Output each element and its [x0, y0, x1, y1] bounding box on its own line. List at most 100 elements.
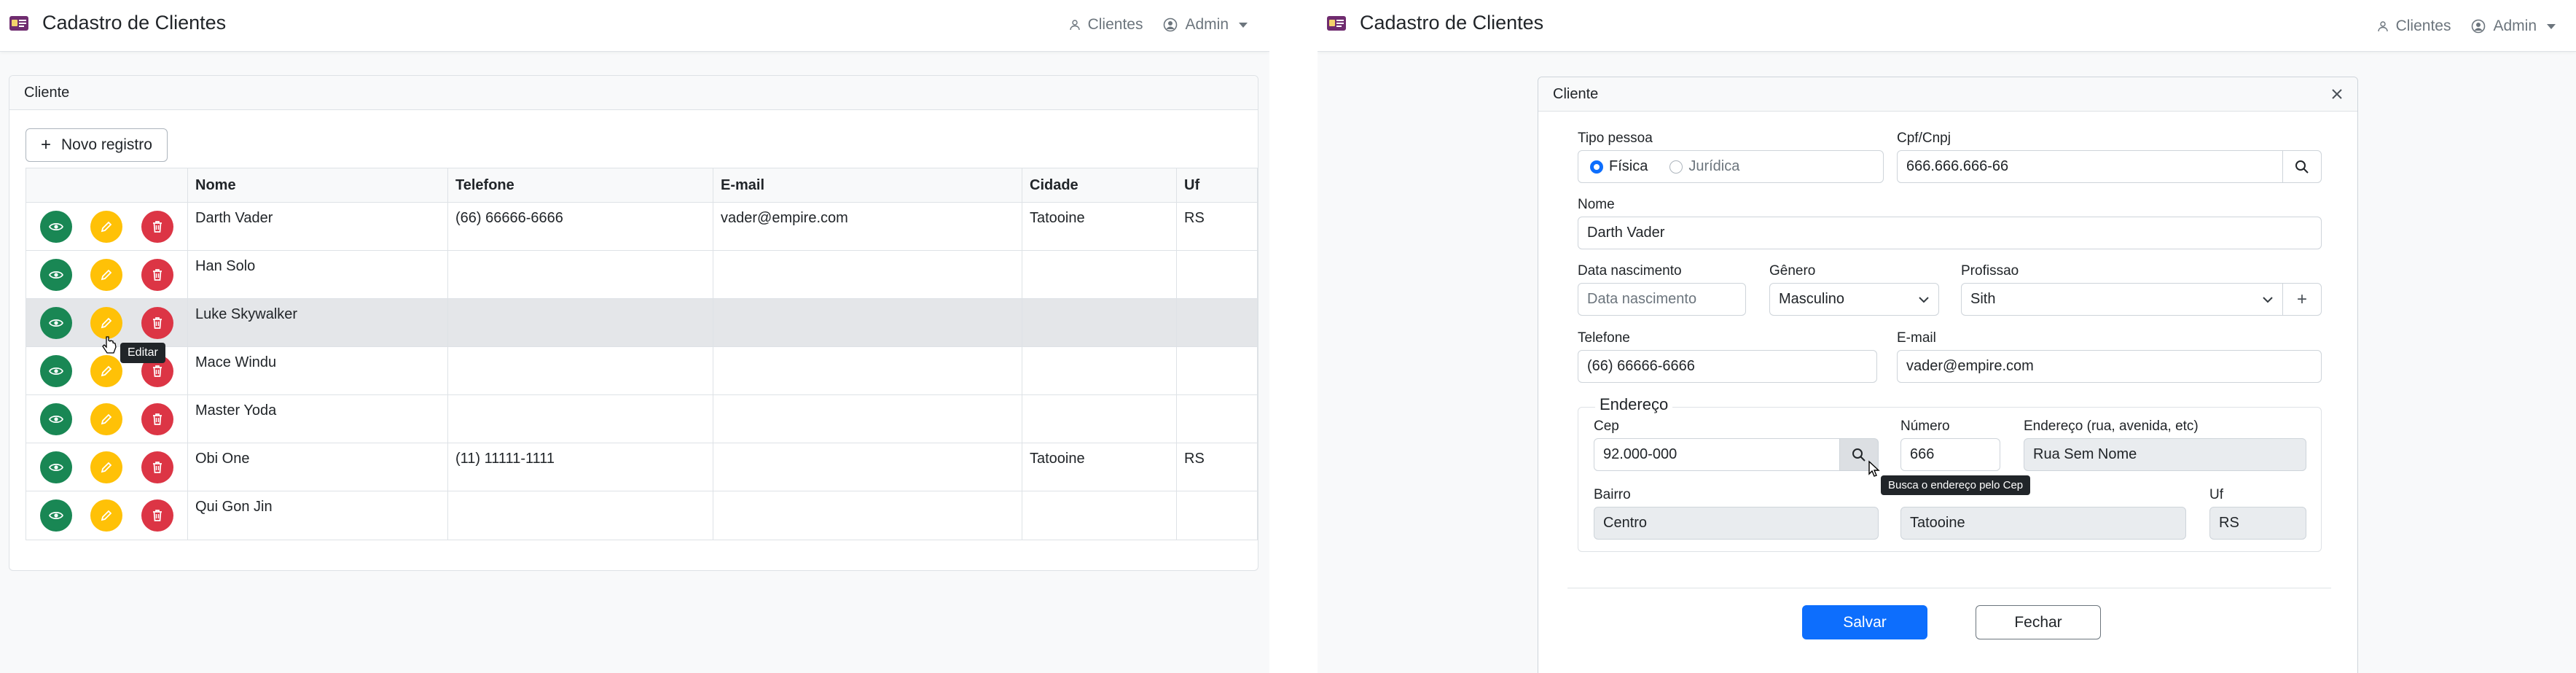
nav-right: Clientes Admin	[1069, 16, 1248, 34]
view-button[interactable]	[39, 451, 72, 483]
cell-cidade	[1022, 395, 1177, 443]
nav-admin-label: Admin	[1185, 16, 1229, 33]
nav-admin-dropdown[interactable]: Admin	[2471, 17, 2556, 35]
bairro-input[interactable]: Centro	[1594, 507, 1879, 540]
view-button[interactable]	[39, 499, 72, 532]
table-row[interactable]: Mace Windu	[26, 347, 1257, 395]
table-row[interactable]: Obi One (11) 11111-1111 Tatooine RS	[26, 443, 1257, 491]
rua-input[interactable]: Rua Sem Nome	[2024, 438, 2306, 471]
cell-cidade	[1022, 491, 1177, 540]
cell-nome: Darth Vader	[188, 203, 448, 250]
add-profissao-button[interactable]: +	[2282, 283, 2322, 316]
view-button[interactable]	[39, 306, 72, 339]
profissao-label: Profissao	[1961, 263, 2019, 279]
tipo-pessoa-radio-group: Física Jurídica	[1578, 150, 1884, 183]
person-icon	[2377, 21, 2388, 32]
brand[interactable]: Cadastro de Clientes	[1326, 12, 1543, 34]
genero-selected-value: Masculino	[1779, 291, 1845, 307]
edit-button[interactable]	[90, 306, 123, 339]
numero-input[interactable]: 666	[1900, 438, 2000, 471]
close-icon[interactable]	[2331, 88, 2343, 100]
nome-input[interactable]: Darth Vader	[1578, 217, 2322, 249]
id-card-icon	[9, 15, 28, 31]
chevron-down-icon	[1919, 296, 1929, 303]
view-button[interactable]	[39, 210, 72, 243]
edit-button[interactable]	[90, 499, 123, 532]
column-header-uf[interactable]: Uf	[1177, 168, 1257, 202]
uf-input[interactable]: RS	[2209, 507, 2306, 540]
radio-juridica[interactable]: Jurídica	[1669, 158, 1739, 175]
edit-button[interactable]	[90, 210, 123, 243]
row-actions	[26, 395, 188, 443]
nav-admin-dropdown[interactable]: Admin	[1163, 16, 1248, 34]
cell-email: vader@empire.com	[713, 203, 1022, 250]
table-row[interactable]: Qui Gon Jin	[26, 491, 1257, 540]
column-header-email[interactable]: E-mail	[713, 168, 1022, 202]
cell-cidade: Tatooine	[1022, 203, 1177, 250]
cell-nome: Mace Windu	[188, 347, 448, 394]
cidade-input[interactable]: Tatooine	[1900, 507, 2186, 540]
view-button[interactable]	[39, 354, 72, 387]
chevron-down-icon	[2263, 296, 2273, 303]
pane-gap	[1269, 0, 1318, 673]
table-row[interactable]: Han Solo	[26, 251, 1257, 299]
eye-icon	[48, 319, 63, 327]
cell-uf: RS	[1184, 451, 1205, 467]
cpf-input[interactable]: 666.666.666-66	[1897, 150, 2283, 183]
edit-button[interactable]	[90, 258, 123, 291]
view-button[interactable]	[39, 258, 72, 291]
nascimento-input[interactable]: Data nascimento	[1578, 283, 1746, 316]
delete-button[interactable]	[141, 451, 174, 483]
delete-button[interactable]	[141, 210, 174, 243]
cell-uf	[1177, 299, 1257, 346]
email-input[interactable]: vader@empire.com	[1897, 350, 2322, 383]
cell-telefone	[448, 491, 713, 540]
delete-button[interactable]	[141, 258, 174, 291]
nav-clientes-link[interactable]: Clientes	[1069, 16, 1143, 34]
pencil-icon	[101, 365, 112, 376]
close-form-button[interactable]: Fechar	[1976, 605, 2101, 639]
trash-icon	[153, 365, 163, 377]
cpf-search-button[interactable]	[2282, 150, 2322, 183]
cell-email	[713, 251, 1022, 298]
cell-nome: Han Solo	[188, 251, 448, 298]
profissao-select[interactable]: Sith	[1961, 283, 2283, 316]
save-button[interactable]: Salvar	[1802, 605, 1927, 639]
eye-icon	[48, 415, 63, 423]
genero-label: Gênero	[1769, 263, 1816, 279]
column-header-nome[interactable]: Nome	[188, 168, 448, 202]
column-header-telefone[interactable]: Telefone	[448, 168, 713, 202]
form-title: Cliente	[1553, 85, 1599, 102]
cell-telefone	[448, 395, 713, 443]
table-row[interactable]: Luke Skywalker	[26, 299, 1257, 347]
telefone-input[interactable]: (66) 66666-6666	[1578, 350, 1877, 383]
radio-checked-icon	[1590, 160, 1603, 174]
view-button[interactable]	[39, 402, 72, 435]
trash-icon	[153, 316, 163, 329]
edit-button[interactable]	[90, 451, 123, 483]
cep-input[interactable]: 92.000-000	[1594, 438, 1840, 471]
brand[interactable]: Cadastro de Clientes	[9, 12, 226, 34]
genero-select[interactable]: Masculino	[1769, 283, 1939, 316]
radio-fisica[interactable]: Física	[1590, 158, 1648, 175]
edit-button[interactable]	[90, 402, 123, 435]
table-row[interactable]: Master Yoda	[26, 395, 1257, 443]
column-header-cidade[interactable]: Cidade	[1022, 168, 1177, 202]
new-record-button[interactable]: + Novo registro	[26, 128, 168, 162]
edit-button[interactable]	[90, 354, 123, 387]
uf-label: Uf	[2209, 487, 2223, 502]
bairro-label: Bairro	[1594, 487, 1631, 502]
person-circle-icon	[1164, 17, 1178, 32]
table-row[interactable]: Darth Vader (66) 66666-6666 vader@empire.c…	[26, 203, 1257, 251]
card-header: Cliente	[9, 76, 1258, 110]
nav-clientes-link[interactable]: Clientes	[2377, 17, 2451, 35]
delete-button[interactable]	[141, 402, 174, 435]
row-actions	[26, 203, 188, 250]
telefone-label: Telefone	[1578, 330, 1630, 346]
brand-title: Cadastro de Clientes	[42, 12, 227, 34]
cep-search-tooltip: Busca o endereço pelo Cep	[1881, 475, 2031, 495]
delete-button[interactable]	[141, 499, 174, 532]
delete-button[interactable]	[141, 306, 174, 339]
cep-label: Cep	[1594, 419, 1619, 434]
trash-icon	[153, 510, 163, 521]
